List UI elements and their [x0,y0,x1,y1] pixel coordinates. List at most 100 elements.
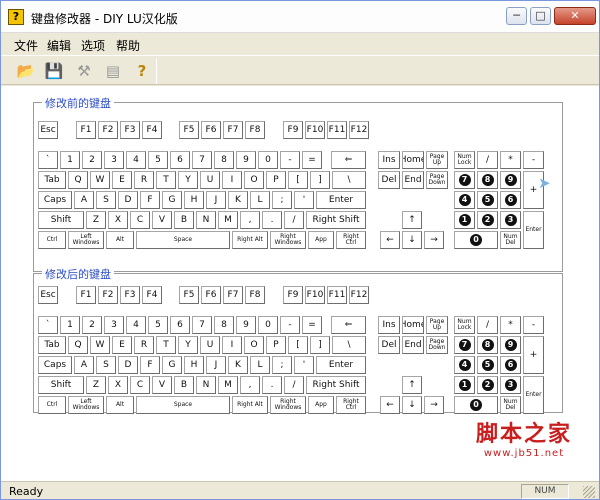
save-icon[interactable]: 💾 [43,60,65,82]
before-key-9-6[interactable]: 9 [500,171,521,189]
before-key-f1-1[interactable]: F1 [76,121,96,139]
before-key-f2-2[interactable]: F2 [98,121,118,139]
after-key-right-alt-4[interactable]: Right Alt [232,396,268,414]
after-key-8-5[interactable]: 8 [477,336,498,354]
after-key-sym-3[interactable]: - [523,316,544,334]
before-key-sym-9[interactable]: . [262,211,282,229]
after-key-7-7[interactable]: 7 [192,316,212,334]
before-key-page-down-5[interactable]: Page Down [426,171,448,189]
after-key-k-8[interactable]: K [228,356,248,374]
after-key-r-4[interactable]: R [134,336,154,354]
after-key-2-12[interactable]: 2 [477,376,498,394]
before-key-4-4[interactable]: 4 [126,151,146,169]
before-key-q-1[interactable]: Q [68,171,88,189]
before-key-5-9[interactable]: 5 [477,191,498,209]
after-key-del-3[interactable]: Del [378,336,400,354]
after-key-space-3[interactable]: Space [136,396,230,414]
after-key-sym-11[interactable]: ' [294,356,314,374]
after-key-1-11[interactable]: 1 [454,376,475,394]
after-key-f5-5[interactable]: F5 [179,286,199,304]
after-key-right-ctrl-7[interactable]: Right Ctrl [336,396,366,414]
after-key-enter-14[interactable]: Enter [523,376,544,414]
menu-help[interactable]: 帮助 [116,37,140,54]
after-key-right-windows-5[interactable]: Right Windows [270,396,306,414]
after-key-v-4[interactable]: V [152,376,172,394]
after-key-end-4[interactable]: End [402,336,424,354]
before-key-sym-1[interactable]: / [477,151,498,169]
before-key-home-1[interactable]: Home [402,151,424,169]
after-key-0-15[interactable]: 0 [454,396,498,414]
before-key-4-8[interactable]: 4 [454,191,475,209]
after-key-page-up-2[interactable]: Page Up [426,316,448,334]
before-key-sym-8[interactable]: , [240,211,260,229]
after-key-u-7[interactable]: U [200,336,220,354]
after-key-5-5[interactable]: 5 [148,316,168,334]
after-key-w-2[interactable]: W [90,336,110,354]
preview-icon[interactable]: ▤ [102,60,124,82]
before-key-f9-9[interactable]: F9 [283,121,303,139]
open-icon[interactable]: 📂 [15,60,37,82]
before-key-o-9[interactable]: O [244,171,264,189]
after-key-f3-3[interactable]: F3 [120,286,140,304]
after-key-f6-6[interactable]: F6 [201,286,221,304]
before-key-z-1[interactable]: Z [86,211,106,229]
after-key-esc-0[interactable]: Esc [38,286,58,304]
before-key-v-4[interactable]: V [152,211,172,229]
before-key-sym-2[interactable]: ↓ [402,231,422,249]
before-key-sym-3[interactable]: - [523,151,544,169]
after-key-t-5[interactable]: T [156,336,176,354]
after-key-p-10[interactable]: P [266,336,286,354]
after-key-q-1[interactable]: Q [68,336,88,354]
after-key-sym-7[interactable]: + [523,336,544,374]
after-key-sym-3[interactable]: → [424,396,444,414]
after-key-l-9[interactable]: L [250,356,270,374]
after-key-sym-0[interactable]: ` [38,316,58,334]
before-key-d-3[interactable]: D [118,191,138,209]
before-key-t-5[interactable]: T [156,171,176,189]
minimize-button[interactable]: ─ [506,7,527,25]
after-key-f11-11[interactable]: F11 [327,286,347,304]
after-key-sym-11[interactable]: [ [288,336,308,354]
before-key-sym-0[interactable]: ` [38,151,58,169]
after-key-z-1[interactable]: Z [86,376,106,394]
before-key-0-15[interactable]: 0 [454,231,498,249]
after-key-sym-12[interactable]: = [302,316,322,334]
after-key-g-5[interactable]: G [162,356,182,374]
after-key-sym-0[interactable]: ↑ [402,376,422,394]
after-key-ins-0[interactable]: Ins [378,316,400,334]
before-key-2-12[interactable]: 2 [477,211,498,229]
before-key-enter-12[interactable]: Enter [316,191,366,209]
after-key-sym-9[interactable]: . [262,376,282,394]
before-key-3-3[interactable]: 3 [104,151,124,169]
before-key-7-4[interactable]: 7 [454,171,475,189]
after-key-4-8[interactable]: 4 [454,356,475,374]
before-key-sym-11[interactable]: [ [288,171,308,189]
after-key-n-6[interactable]: N [196,376,216,394]
before-key-sym-3[interactable]: → [424,231,444,249]
before-key-0-10[interactable]: 0 [258,151,278,169]
before-key-space-3[interactable]: Space [136,231,230,249]
after-key-8-8[interactable]: 8 [214,316,234,334]
before-key-enter-14[interactable]: Enter [523,211,544,249]
menu-edit[interactable]: 编辑 [47,37,71,54]
before-key-f11-11[interactable]: F11 [327,121,347,139]
after-key-tab-0[interactable]: Tab [38,336,66,354]
before-key-left-windows-1[interactable]: Left Windows [68,231,104,249]
after-key-sym-10[interactable]: / [284,376,304,394]
after-key-enter-12[interactable]: Enter [316,356,366,374]
before-key-sym-13[interactable]: ⇐ [331,151,366,169]
before-key-8-8[interactable]: 8 [214,151,234,169]
before-key-9-9[interactable]: 9 [236,151,256,169]
after-key-o-9[interactable]: O [244,336,264,354]
before-key-num-lock-0[interactable]: Num Lock [454,151,475,169]
before-key-j-7[interactable]: J [206,191,226,209]
before-key-right-windows-5[interactable]: Right Windows [270,231,306,249]
after-key-x-2[interactable]: X [108,376,128,394]
before-key-i-8[interactable]: I [222,171,242,189]
before-key-x-2[interactable]: X [108,211,128,229]
before-key-right-ctrl-7[interactable]: Right Ctrl [336,231,366,249]
after-key-f7-7[interactable]: F7 [223,286,243,304]
after-key-home-1[interactable]: Home [402,316,424,334]
before-key-del-3[interactable]: Del [378,171,400,189]
after-key-sym-10[interactable]: ; [272,356,292,374]
